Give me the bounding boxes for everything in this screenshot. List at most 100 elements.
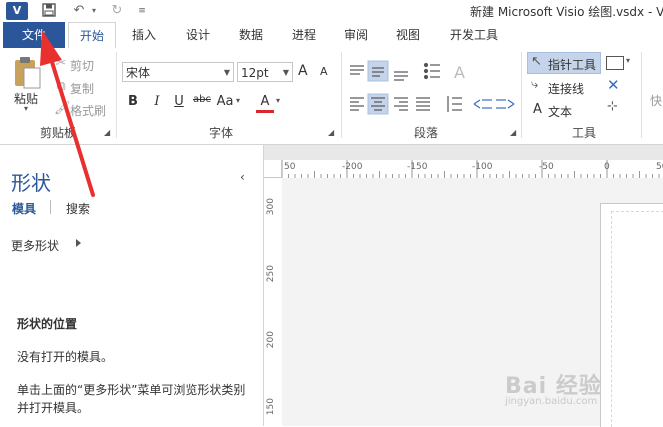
font-color-button[interactable]: A — [256, 94, 274, 109]
tab-home[interactable]: 开始 — [68, 22, 116, 50]
window-title: 新建 Microsoft Visio 绘图.vsdx - Visio — [470, 5, 663, 19]
font-family-value: 宋体 — [126, 66, 151, 80]
separator — [116, 52, 117, 138]
tab-process[interactable]: 进程 — [284, 22, 324, 48]
hint-text-line2: 并打开模具。 — [17, 401, 90, 415]
chevron-right-icon — [76, 239, 81, 247]
clipboard-group-label: 剪贴板 — [40, 126, 77, 140]
ruler-label: 300 — [266, 198, 276, 216]
visio-logo-icon: V — [6, 2, 28, 20]
copy-icon: ⧉ — [56, 79, 66, 94]
tab-file[interactable]: 文件 — [3, 22, 65, 48]
shrink-font-button[interactable]: A — [320, 65, 328, 78]
grow-font-button[interactable]: A — [298, 63, 308, 79]
tab-view[interactable]: 视图 — [388, 22, 428, 48]
ruler-label: -100 — [472, 162, 493, 172]
tab-stencils[interactable]: 模具 — [12, 200, 36, 217]
rectangle-icon[interactable] — [606, 56, 624, 70]
pointer-icon: ↖ — [531, 54, 542, 69]
separator — [521, 52, 522, 138]
change-case-button[interactable]: Aa — [214, 94, 236, 109]
font-color-bar — [256, 110, 274, 113]
connector-icon: ⤷ — [531, 77, 539, 92]
format-painter-button[interactable]: 格式刷 — [70, 102, 106, 119]
chevron-down-icon[interactable]: ▾ — [276, 96, 280, 105]
line-spacing-icon — [447, 96, 462, 112]
tab-search[interactable]: 搜索 — [66, 200, 90, 217]
ruler-label: -150 — [407, 162, 428, 172]
ruler-label: 150 — [266, 398, 276, 416]
page-margin-guide — [611, 211, 663, 427]
chevron-down-icon: ▼ — [282, 68, 289, 77]
vertical-ruler[interactable] — [264, 178, 283, 426]
ruler-corner — [264, 160, 282, 178]
undo-dropdown-icon[interactable]: ▾ — [89, 3, 99, 19]
ruler-label: 50 — [284, 162, 296, 172]
cut-button[interactable]: 剪切 — [70, 57, 94, 74]
bullets-icon — [423, 62, 440, 80]
quick-styles-button[interactable]: 快 — [650, 92, 662, 109]
chevron-down-icon[interactable]: ▾ — [626, 56, 630, 65]
ruler-label: -200 — [342, 162, 363, 172]
no-stencils-text: 没有打开的模具。 — [17, 350, 114, 364]
bold-button[interactable]: B — [124, 94, 142, 109]
cut-icon: ✂ — [55, 56, 67, 71]
text-tool-button[interactable]: 文本 — [548, 103, 572, 120]
font-launcher-icon[interactable]: ◢ — [328, 128, 334, 137]
connection-point-icon[interactable]: ⊹ — [607, 99, 618, 114]
undo-icon[interactable]: ↶ — [70, 3, 88, 19]
align-bottom-icon — [394, 71, 408, 81]
redo-icon[interactable]: ↻ — [108, 3, 126, 19]
section-heading: 形状的位置 — [17, 317, 78, 331]
tools-group-label: 工具 — [572, 126, 597, 140]
ruler-label: 0 — [604, 162, 610, 172]
chevron-down-icon[interactable]: ▾ — [236, 96, 240, 105]
text-tool-icon: A — [533, 102, 542, 117]
underline-button[interactable]: U — [170, 94, 188, 109]
tab-divider — [50, 200, 51, 214]
paragraph-controls: A — [346, 60, 516, 120]
clipboard-launcher-icon[interactable]: ◢ — [104, 128, 110, 137]
text-direction-icon: A — [454, 63, 465, 82]
pointer-tool-label: 指针工具 — [548, 58, 597, 72]
increase-indent-icon — [496, 99, 515, 109]
italic-button[interactable]: I — [148, 94, 166, 109]
tab-data[interactable]: 数据 — [231, 22, 271, 48]
font-size-select[interactable]: 12pt ▼ — [237, 62, 293, 82]
format-painter-icon: 🖌 — [54, 101, 71, 116]
paste-dropdown-icon[interactable]: ▾ — [24, 104, 28, 113]
tab-insert[interactable]: 插入 — [124, 22, 164, 48]
copy-button[interactable]: 复制 — [70, 80, 94, 97]
font-family-select[interactable]: 宋体 ▼ — [122, 62, 234, 82]
decrease-indent-icon — [473, 99, 492, 109]
align-left-icon — [350, 97, 364, 111]
tab-developer[interactable]: 开发工具 — [444, 22, 504, 48]
ruler-label: 250 — [266, 265, 276, 283]
connector-button[interactable]: 连接线 — [548, 80, 584, 97]
separator — [641, 52, 642, 138]
paragraph-group-label: 段落 — [414, 126, 439, 140]
paragraph-launcher-icon[interactable]: ◢ — [510, 128, 516, 137]
ruler-label: 50 — [656, 162, 663, 172]
watermark-url: jingyan.baidu.com — [505, 396, 598, 407]
align-top-icon — [350, 65, 364, 75]
font-size-value: 12pt — [241, 66, 269, 80]
close-icon[interactable]: ✕ — [607, 76, 620, 94]
ruler-label: -50 — [539, 162, 554, 172]
collapse-panel-icon[interactable]: ‹ — [240, 170, 245, 184]
customize-qat-icon[interactable]: ≡ — [136, 3, 148, 19]
more-shapes-menu[interactable]: 更多形状 — [11, 237, 59, 254]
tab-design[interactable]: 设计 — [178, 22, 218, 48]
ruler-label: 200 — [266, 331, 276, 349]
tab-review[interactable]: 审阅 — [336, 22, 376, 48]
font-group-label: 字体 — [209, 126, 234, 140]
align-right-icon — [394, 97, 408, 111]
paste-icon[interactable] — [12, 56, 42, 90]
save-icon[interactable] — [40, 3, 58, 19]
separator — [341, 52, 342, 138]
justify-icon — [416, 97, 430, 111]
hint-text-line1: 单击上面的“更多形状”菜单可浏览形状类别 — [17, 383, 246, 397]
strikethrough-button[interactable]: abc — [191, 94, 213, 105]
chevron-down-icon: ▼ — [223, 68, 230, 77]
shapes-panel-title: 形状 — [11, 171, 51, 195]
